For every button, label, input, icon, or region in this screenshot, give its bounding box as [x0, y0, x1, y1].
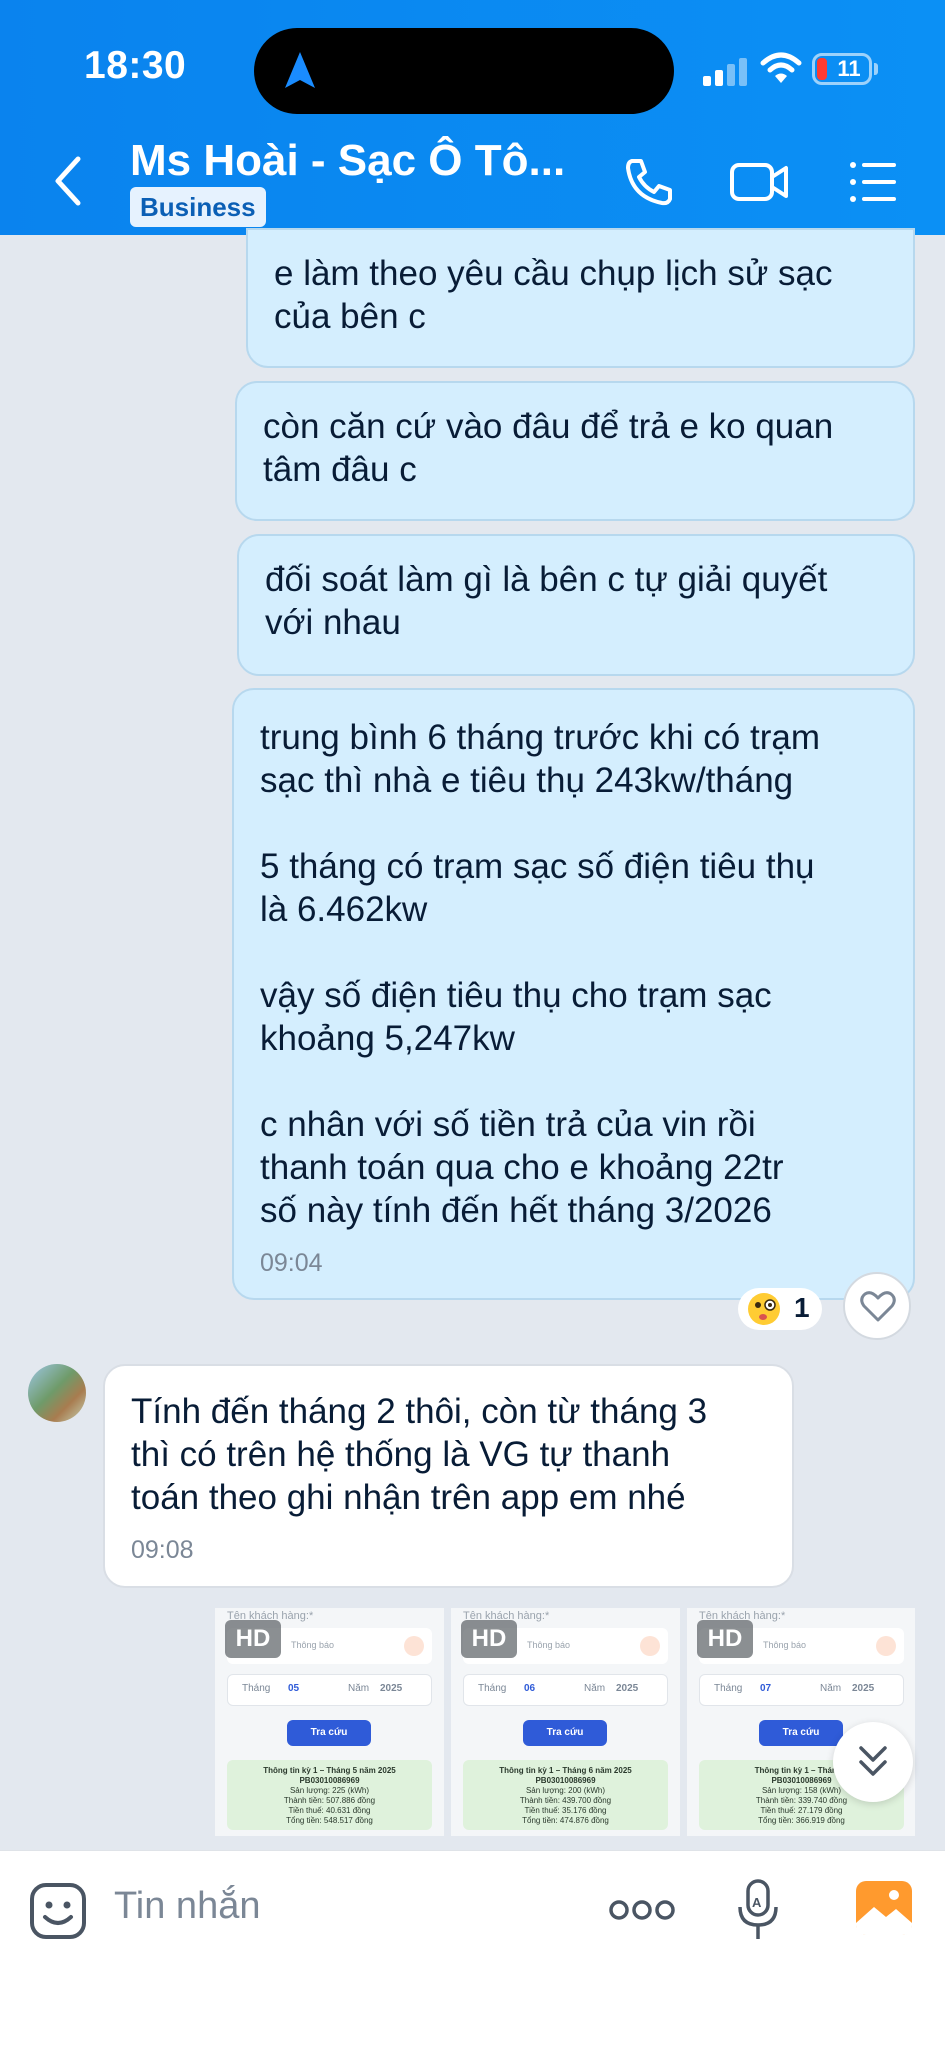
battery-level: 11: [837, 56, 861, 81]
outgoing-message[interactable]: còn căn cứ vào đâu để trả e ko quan tâm …: [235, 381, 915, 521]
message-time: 09:04: [260, 1249, 323, 1277]
thumb-card-line: Sản lượng: 225 (kWh): [289, 1786, 370, 1795]
thumb-year: 2025: [616, 1683, 639, 1694]
message-time: 09:08: [131, 1536, 194, 1564]
chat-header: 18:30 11 Ms Hoài - Sạc Ô Tô... Business: [0, 0, 945, 235]
thumb-month: 05: [288, 1683, 300, 1694]
navigation-arrow-icon: [285, 52, 315, 88]
voice-microphone-icon[interactable]: A: [736, 1877, 780, 1943]
thumb-label: Năm: [584, 1683, 606, 1694]
message-line: toán theo ghi nhận trên app em nhé: [131, 1478, 686, 1517]
message-line: còn căn cứ vào đâu để trả e ko quan: [263, 407, 834, 446]
image-gallery: Tên khách hàng:* Thông báo Tháng 05 Năm …: [215, 1608, 915, 1843]
back-arrow-icon[interactable]: [50, 155, 86, 207]
chevron-down-icon: [640, 1636, 660, 1656]
thumb-card-line: Tổng tiền: 548.517 đồng: [286, 1816, 373, 1825]
business-badge: Business: [130, 187, 266, 227]
image-thumbnail[interactable]: Tên khách hàng:* Thông báo Tháng 06 Năm …: [451, 1608, 680, 1836]
thumb-select-text: Thông báo: [291, 1640, 335, 1650]
thumb-card-line: Tiền thuế: 40.631 đồng: [288, 1806, 371, 1815]
cellular-signal-icon: [703, 56, 749, 86]
message-line: của bên c: [274, 297, 426, 336]
chevron-down-icon: [876, 1636, 896, 1656]
hd-badge: HD: [461, 1620, 517, 1658]
thumb-month: 07: [760, 1683, 772, 1694]
sticker-emoji-icon[interactable]: [28, 1881, 88, 1941]
thumb-card-title: Thông tin kỳ 1 – Tháng 5 năm 2025: [263, 1766, 396, 1775]
reaction-summary[interactable]: 1: [738, 1288, 822, 1330]
outgoing-message[interactable]: e làm theo yêu cầu chụp lịch sử sạc của …: [246, 228, 915, 368]
thumb-bill-card: Thông tin kỳ 1 – Tháng 5 năm 2025 PB0301…: [227, 1760, 432, 1830]
message-composer: Tin nhắn A: [0, 1850, 945, 2049]
thumb-period-row: Tháng 05 Năm 2025: [227, 1674, 432, 1706]
thumb-card-id: PB03010086969: [299, 1776, 360, 1785]
more-options-icon[interactable]: [608, 1897, 676, 1923]
thumb-lookup-button: Tra cứu: [759, 1720, 843, 1746]
image-thumbnail[interactable]: Tên khách hàng:* Thông báo Tháng 05 Năm …: [215, 1608, 444, 1836]
message-line: trung bình 6 tháng trước khi có trạm: [260, 718, 820, 757]
thumb-month: 06: [524, 1683, 536, 1694]
thumb-card-line: Sản lượng: 200 (kWh): [525, 1786, 606, 1795]
message-line: thanh toán qua cho e khoảng 22tr: [260, 1148, 784, 1187]
status-time: 18:30: [84, 44, 187, 87]
thumb-lookup-button: Tra cứu: [523, 1720, 607, 1746]
thumb-card-line: Tiền thuế: 35.176 đồng: [524, 1806, 607, 1815]
message-line: vậy số điện tiêu thụ cho trạm sạc: [260, 976, 772, 1015]
thumb-year: 2025: [852, 1683, 875, 1694]
message-line: 5 tháng có trạm sạc số điện tiêu thụ: [260, 847, 815, 886]
message-line: thì có trên hệ thống là VG tự thanh: [131, 1435, 671, 1474]
thumb-lookup-button: Tra cứu: [287, 1720, 371, 1746]
svg-text:A: A: [752, 1895, 762, 1910]
thumb-label: Năm: [820, 1683, 842, 1694]
thumb-card-line: Tổng tiền: 474.876 đồng: [522, 1816, 609, 1825]
message-line: tâm đâu c: [263, 450, 417, 489]
menu-list-icon[interactable]: [846, 155, 900, 209]
thumb-period-row: Tháng 07 Năm 2025: [699, 1674, 904, 1706]
message-line: Tính đến tháng 2 thôi, còn từ tháng 3: [131, 1392, 708, 1431]
message-line: với nhau: [265, 603, 401, 642]
chevron-down-icon: [404, 1636, 424, 1656]
thumb-card-line: Thành tiền: 507.886 đồng: [283, 1796, 376, 1805]
double-chevron-down-icon: [859, 1746, 887, 1776]
phone-call-icon[interactable]: [622, 155, 676, 209]
battery-icon: 11: [812, 53, 872, 85]
chat-title[interactable]: Ms Hoài - Sạc Ô Tô...: [130, 136, 565, 186]
thumb-label: Tháng: [478, 1683, 507, 1694]
thumb-label: Tháng: [714, 1683, 743, 1694]
thumb-period-row: Tháng 06 Năm 2025: [463, 1674, 668, 1706]
image-gallery-icon[interactable]: [854, 1879, 914, 1937]
thumb-card-line: Tiền thuế: 27.179 đồng: [760, 1806, 843, 1815]
outgoing-message[interactable]: trung bình 6 tháng trước khi có trạm sạc…: [232, 688, 915, 1300]
hd-badge: HD: [697, 1620, 753, 1658]
message-line: đối soát làm gì là bên c tự giải quyết: [265, 560, 828, 599]
video-call-icon[interactable]: [728, 155, 792, 209]
message-line: c nhân với số tiền trả của vin rồi: [260, 1105, 756, 1144]
react-heart-button[interactable]: [843, 1272, 911, 1340]
incoming-message[interactable]: Tính đến tháng 2 thôi, còn từ tháng 3 th…: [103, 1364, 794, 1588]
surprised-emoji-icon: [748, 1293, 780, 1325]
thumb-year: 2025: [380, 1683, 403, 1694]
reaction-count: 1: [794, 1292, 810, 1323]
outgoing-message[interactable]: đối soát làm gì là bên c tự giải quyết v…: [237, 534, 915, 676]
thumb-card-line: Thành tiền: 439.700 đồng: [519, 1796, 612, 1805]
thumb-bill-card: Thông tin kỳ 1 – Tháng 6 năm 2025 PB0301…: [463, 1760, 668, 1830]
contact-avatar[interactable]: [28, 1364, 86, 1422]
heart-icon: [860, 1291, 896, 1322]
thumb-label: Năm: [348, 1683, 370, 1694]
message-line: số này tính đến hết tháng 3/2026: [260, 1191, 772, 1230]
thumb-select-text: Thông báo: [763, 1640, 807, 1650]
thumb-select-text: Thông báo: [527, 1640, 571, 1650]
thumb-label: Tháng: [242, 1683, 271, 1694]
message-line: sạc thì nhà e tiêu thụ 243kw/tháng: [260, 761, 794, 800]
wifi-icon: [760, 52, 802, 83]
scroll-to-bottom-button[interactable]: [833, 1722, 913, 1802]
message-line: e làm theo yêu cầu chụp lịch sử sạc: [274, 254, 833, 293]
thumb-card-line: Tổng tiền: 366.919 đồng: [758, 1816, 845, 1825]
message-line: là 6.462kw: [260, 890, 428, 929]
thumb-card-title: Thông tin kỳ 1 – Tháng 6 năm 2025: [499, 1766, 632, 1775]
message-input[interactable]: Tin nhắn: [114, 1885, 260, 1928]
hd-badge: HD: [225, 1620, 281, 1658]
thumb-card-id: PB03010086969: [535, 1776, 596, 1785]
message-line: khoảng 5,247kw: [260, 1019, 515, 1058]
